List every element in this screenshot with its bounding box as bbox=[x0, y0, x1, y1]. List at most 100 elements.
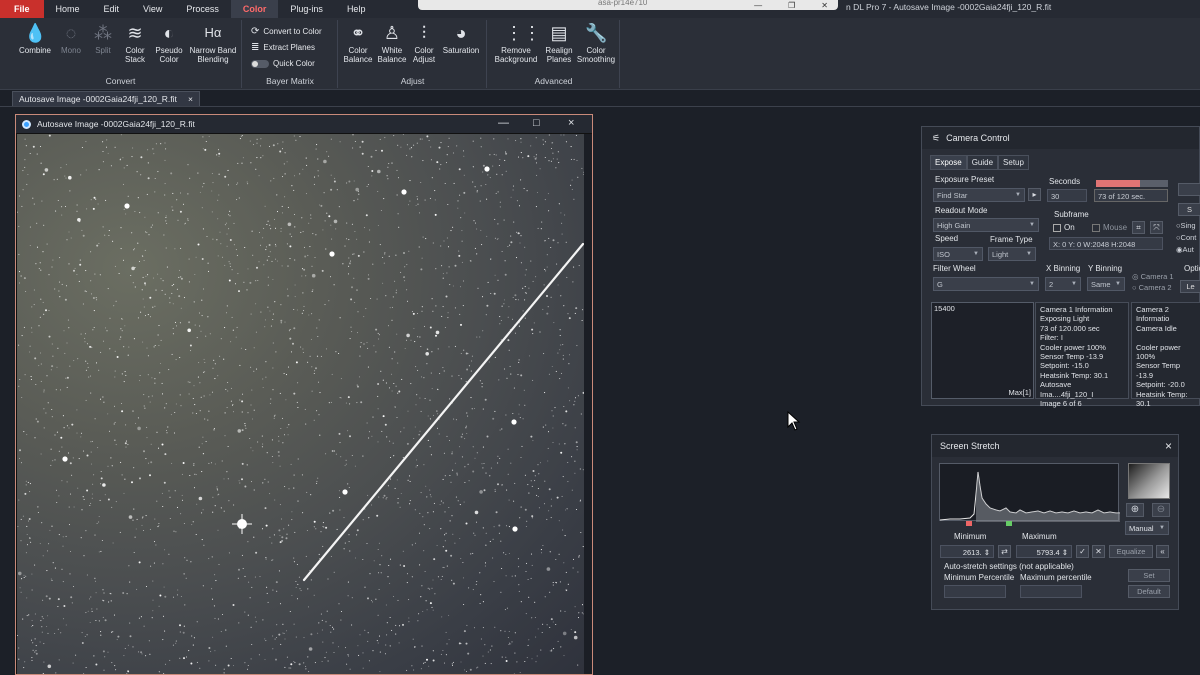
exposure-preset-select[interactable]: Find Star ▼ bbox=[933, 188, 1025, 202]
x-binning-select[interactable]: 2 ▼ bbox=[1045, 277, 1081, 291]
zoom-in-icon[interactable]: ⊕ bbox=[1126, 503, 1144, 517]
maximize-button[interactable]: □ bbox=[533, 117, 540, 129]
subframe-select-button[interactable]: ⌗ bbox=[1132, 221, 1145, 234]
minimum-input[interactable]: 2613. ⇕ bbox=[940, 545, 994, 558]
y-binning-select[interactable]: Same ▼ bbox=[1087, 277, 1125, 291]
stretch-mode-select[interactable]: Manual ▼ bbox=[1125, 521, 1169, 535]
satellite-trail bbox=[302, 242, 584, 582]
swap-icon[interactable]: ⇄ bbox=[998, 545, 1011, 558]
exposure-progress-bar bbox=[1096, 180, 1168, 187]
filter-wheel-select[interactable]: G ▼ bbox=[933, 277, 1039, 291]
menu-process[interactable]: Process bbox=[174, 0, 231, 18]
minimum-percentile-label: Minimum Percentile bbox=[944, 573, 1015, 582]
subframe-full-button[interactable]: ⤧ bbox=[1150, 221, 1163, 234]
menu-help[interactable]: Help bbox=[335, 0, 378, 18]
camera2-info-line: Camera 2 Informatio bbox=[1136, 305, 1170, 324]
ribbon-group-adjust: ⚭ Color Balance ♙ White Balance ⫶ Color … bbox=[339, 20, 487, 88]
exposure-preset-label: Exposure Preset bbox=[935, 175, 995, 184]
color-smoothing-button[interactable]: 🔧 Color Smoothing bbox=[576, 22, 616, 64]
subframe-on-checkbox[interactable]: On bbox=[1053, 223, 1075, 232]
minimum-percentile-input[interactable] bbox=[944, 585, 1006, 598]
color-stack-button[interactable]: ≋ Color Stack bbox=[116, 22, 154, 64]
camera1-radio[interactable]: ◎ Camera 1 bbox=[1132, 272, 1174, 281]
color-balance-button[interactable]: ⚭ Color Balance bbox=[339, 22, 377, 64]
document-tab[interactable]: Autosave Image -0002Gaia24fji_120_R.fit … bbox=[12, 91, 200, 106]
apply-check-icon[interactable]: ✓ bbox=[1076, 545, 1089, 558]
subframe-coords-field[interactable]: X: 0 Y: 0 W:2048 H:2048 bbox=[1049, 237, 1163, 250]
narrow-band-blending-button[interactable]: Hα Narrow Band Blending bbox=[186, 22, 240, 64]
subframe-mouse-checkbox[interactable]: Mouse bbox=[1092, 223, 1127, 232]
extract-planes-button[interactable]: ≣ Extract Planes bbox=[251, 42, 315, 53]
readout-mode-select[interactable]: High Gain ▼ bbox=[933, 218, 1039, 232]
seconds-input[interactable]: 30 bbox=[1047, 189, 1087, 202]
frame-type-value: Light bbox=[992, 249, 1009, 259]
max-marker[interactable] bbox=[1006, 521, 1012, 526]
single-radio[interactable]: ○Sing bbox=[1176, 221, 1196, 230]
continuous-radio[interactable]: ○Cont bbox=[1176, 233, 1196, 242]
overlapping-window-titlebar: asa-pr14e710 — ❐ ✕ bbox=[418, 0, 838, 10]
default-button[interactable]: Default bbox=[1128, 585, 1170, 598]
stop-button-partial[interactable]: S bbox=[1178, 203, 1200, 216]
maximum-input[interactable]: 5793.4 ⇕ bbox=[1016, 545, 1072, 558]
menu-home[interactable]: Home bbox=[44, 0, 92, 18]
astro-image-canvas[interactable] bbox=[17, 134, 584, 674]
advanced-group-label: Advanced bbox=[534, 76, 573, 86]
checkbox-box[interactable] bbox=[1092, 223, 1100, 232]
menu-file[interactable]: File bbox=[0, 0, 44, 18]
app-title: n DL Pro 7 - Autosave Image -0002Gaia24f… bbox=[846, 2, 1052, 12]
tab-expose[interactable]: Expose bbox=[930, 155, 967, 170]
image-window: Autosave Image -0002Gaia24fji_120_R.fit … bbox=[15, 114, 593, 675]
preset-arrow-button[interactable]: ▸ bbox=[1028, 188, 1041, 201]
screen-stretch-titlebar[interactable]: Screen Stretch × bbox=[932, 435, 1178, 457]
saturation-button[interactable]: ◕ Saturation bbox=[439, 22, 483, 55]
pseudo-color-button[interactable]: ◐ Pseudo Color bbox=[150, 22, 188, 64]
speed-select[interactable]: ISO ▼ bbox=[933, 247, 983, 261]
collapse-chevron-icon[interactable]: « bbox=[1156, 545, 1169, 558]
min-marker[interactable] bbox=[966, 521, 972, 526]
screen-stretch-title: Screen Stretch bbox=[940, 441, 1000, 451]
menu-color[interactable]: Color bbox=[230, 0, 279, 18]
tab-setup[interactable]: Setup bbox=[998, 155, 1029, 170]
image-window-scroll-gutter bbox=[584, 134, 592, 674]
equalize-button[interactable]: Equalize bbox=[1109, 545, 1153, 558]
camera2-info-line: Heatsink Temp: 30.1 bbox=[1136, 389, 1188, 409]
options-button-partial[interactable]: Le bbox=[1180, 280, 1200, 293]
camera2-radio[interactable]: ○ Camera 2 bbox=[1132, 283, 1172, 292]
set-button[interactable]: Set bbox=[1128, 569, 1170, 582]
quick-color-label: Quick Color bbox=[273, 59, 315, 68]
image-window-titlebar[interactable]: Autosave Image -0002Gaia24fji_120_R.fit … bbox=[16, 115, 592, 133]
exposure-graph: 15400 Max[1] bbox=[931, 302, 1034, 399]
start-button-partial[interactable] bbox=[1178, 183, 1200, 196]
camera-control-titlebar[interactable]: ⚟ Camera Control bbox=[922, 127, 1199, 149]
strip-maximize-button[interactable]: ❐ bbox=[788, 1, 795, 10]
camera1-info-line: Cooler power 100% bbox=[1040, 342, 1106, 352]
chevron-down-icon: ▼ bbox=[1029, 281, 1035, 287]
histogram[interactable] bbox=[939, 463, 1120, 522]
autosave-radio[interactable]: ◉Aut bbox=[1176, 245, 1194, 254]
menu-edit[interactable]: Edit bbox=[92, 0, 132, 18]
document-tab-close-icon[interactable]: × bbox=[188, 94, 193, 104]
tab-guide[interactable]: Guide bbox=[966, 155, 999, 170]
convert-to-color-button[interactable]: ⟳ Convert to Color bbox=[251, 26, 322, 37]
menu-view[interactable]: View bbox=[131, 0, 174, 18]
combine-label: Combine bbox=[18, 46, 51, 55]
quick-color-toggle[interactable]: Quick Color bbox=[251, 59, 315, 68]
remove-background-button[interactable]: ⋮⋮ Remove Background bbox=[492, 22, 541, 64]
menu-plugins[interactable]: Plug-ins bbox=[278, 0, 335, 18]
toggle-switch[interactable] bbox=[251, 59, 269, 68]
frame-type-select[interactable]: Light ▼ bbox=[988, 247, 1036, 261]
readout-mode-value: High Gain bbox=[937, 220, 971, 230]
checkbox-box[interactable] bbox=[1053, 223, 1061, 232]
close-icon[interactable]: × bbox=[1165, 439, 1172, 453]
reset-x-icon[interactable]: ✕ bbox=[1092, 545, 1105, 558]
zoom-out-icon[interactable]: ⊖ bbox=[1152, 503, 1170, 517]
circles-icon: ⚭ bbox=[350, 23, 366, 43]
minimize-button[interactable]: — bbox=[498, 117, 509, 129]
combine-button[interactable]: 💧 Combine bbox=[16, 22, 54, 55]
color-adjust-button[interactable]: ⫶ Color Adjust bbox=[405, 22, 443, 64]
strip-close-button[interactable]: ✕ bbox=[821, 1, 828, 10]
realign-planes-button[interactable]: ▤ Realign Planes bbox=[540, 22, 578, 64]
maximum-percentile-input[interactable] bbox=[1020, 585, 1082, 598]
strip-minimize-button[interactable]: — bbox=[754, 1, 762, 10]
close-button[interactable]: × bbox=[568, 117, 574, 129]
